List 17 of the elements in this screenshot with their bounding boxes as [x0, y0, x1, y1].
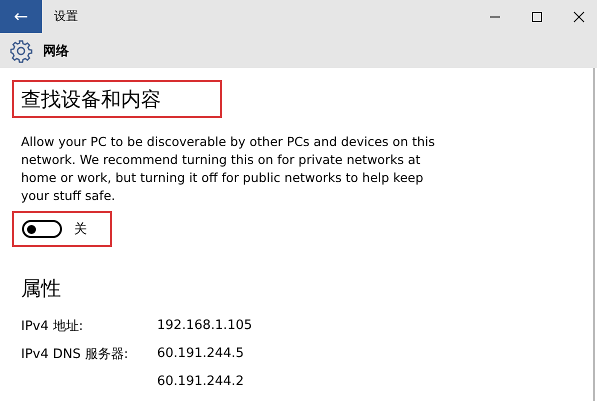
section-heading: 查找设备和内容 [21, 86, 161, 112]
page-title: 网络 [43, 42, 69, 60]
property-value: 192.168.1.105 [157, 318, 252, 333]
close-icon[interactable] [573, 10, 585, 22]
property-value: 60.191.244.2 [157, 374, 244, 389]
maximize-icon[interactable] [531, 10, 543, 22]
back-button[interactable]: ← [0, 0, 42, 33]
settings-icon [9, 38, 33, 62]
description-text: Allow your PC to be discoverable by other PCs and devices on this network. We recommend turning this on for private networks at home or work, but turning it off for public networks to help keep your stuff safe. [21, 133, 436, 205]
toggle-label: 关 [74, 221, 87, 238]
section-heading: 属性 [21, 275, 62, 302]
scrollbar[interactable] [593, 68, 595, 401]
property-label: IPv4 地址: [21, 318, 84, 334]
window-title: 设置 [54, 8, 78, 25]
property-value: 60.191.244.5 [157, 346, 244, 361]
toggle-switch[interactable] [22, 220, 62, 238]
property-label: IPv4 DNS 服务器: [21, 346, 130, 362]
